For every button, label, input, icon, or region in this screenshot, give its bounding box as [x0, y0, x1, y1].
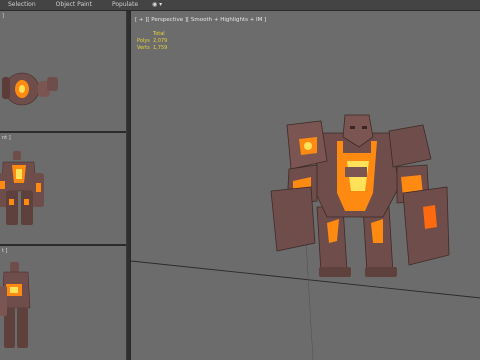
golem-perspective-view	[131, 114, 480, 360]
viewport-top[interactable]: ]	[0, 11, 126, 133]
viewport-left[interactable]: t ]	[0, 246, 126, 360]
menu-object-paint[interactable]: Object Paint	[46, 0, 102, 10]
menu-populate[interactable]: Populate	[102, 0, 148, 10]
viewport-front[interactable]: nt ]	[0, 133, 126, 246]
viewport-perspective-label[interactable]: [ + ][ Perspective ][ Smooth + Highlight…	[135, 17, 266, 23]
menu-bar: Selection Object Paint Populate ◉ ▾	[0, 0, 480, 11]
stats-overlay: Total Polys 2,079 Verts 1,759	[137, 31, 167, 52]
golem-side-view	[0, 262, 31, 348]
stats-verts: Verts 1,759	[137, 45, 168, 51]
golem-top-view	[2, 72, 58, 106]
camera-dropdown-icon[interactable]: ◉ ▾	[148, 0, 166, 10]
stats-polys: Polys 2,079	[137, 38, 168, 44]
viewport-perspective[interactable]: [ + ][ Perspective ][ Smooth + Highlight…	[130, 11, 480, 360]
stats-total: Total	[153, 31, 165, 37]
golem-front-view	[0, 151, 44, 225]
menu-selection[interactable]: Selection	[0, 0, 46, 10]
